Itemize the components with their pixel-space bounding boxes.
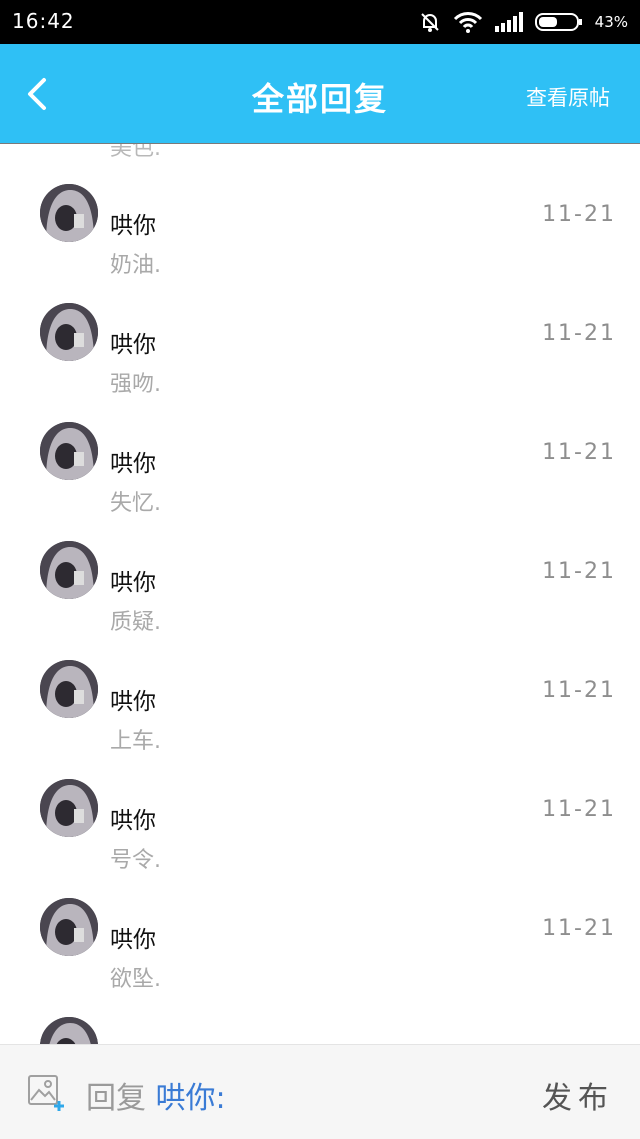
- avatar[interactable]: [40, 303, 98, 361]
- reply-date: 11-21: [542, 678, 616, 703]
- add-image-button[interactable]: [26, 1073, 66, 1113]
- reply-target: 哄你:: [155, 1081, 226, 1116]
- reply-date: 11-21: [542, 202, 616, 227]
- battery-icon: [534, 12, 583, 32]
- reply-date: 11-21: [542, 559, 616, 584]
- silent-bell-icon: [419, 11, 441, 33]
- reply-input[interactable]: 回复 哄你:: [86, 1073, 226, 1117]
- reply-item[interactable]: 哄你 欲坠. 11-21: [0, 858, 640, 992]
- reply-author[interactable]: 哄你: [110, 206, 156, 240]
- reply-author[interactable]: 哄你: [110, 444, 156, 478]
- reply-author[interactable]: 哄你: [110, 563, 156, 597]
- reply-composer: 回复 哄你: 发布: [0, 1044, 640, 1139]
- reply-author[interactable]: 哄你: [110, 801, 156, 835]
- avatar[interactable]: [40, 541, 98, 599]
- reply-item-partial[interactable]: [0, 977, 640, 1044]
- reply-date: 11-21: [542, 321, 616, 346]
- nav-bar: 全部回复 查看原帖: [0, 44, 640, 143]
- reply-prefix: 回复: [86, 1081, 146, 1116]
- add-image-icon: [28, 1075, 64, 1111]
- reply-author[interactable]: 哄你: [110, 920, 156, 954]
- wifi-icon: [453, 11, 483, 33]
- reply-list[interactable]: 美色. 哄你 奶油. 11-21 哄你 强吻. 11-21 哄你 失忆. 11-…: [0, 144, 640, 1044]
- avatar[interactable]: [40, 184, 98, 242]
- status-bar: 16:42 43%: [0, 0, 640, 44]
- view-original-post-button[interactable]: 查看原帖: [526, 82, 610, 112]
- signal-icon: [494, 12, 523, 32]
- status-icons: 43%: [419, 8, 628, 36]
- reply-item[interactable]: 哄你 奶油. 11-21: [0, 144, 640, 278]
- publish-button[interactable]: 发布: [542, 1073, 614, 1117]
- reply-author[interactable]: 哄你: [110, 682, 156, 716]
- avatar[interactable]: [40, 1017, 98, 1044]
- avatar[interactable]: [40, 779, 98, 837]
- battery-percent: 43%: [594, 13, 628, 31]
- avatar[interactable]: [40, 898, 98, 956]
- reply-item[interactable]: 哄你 上车. 11-21: [0, 620, 640, 754]
- avatar[interactable]: [40, 660, 98, 718]
- status-time: 16:42: [12, 9, 75, 33]
- reply-item[interactable]: 哄你 质疑. 11-21: [0, 501, 640, 635]
- reply-author[interactable]: 哄你: [110, 325, 156, 359]
- reply-date: 11-21: [542, 797, 616, 822]
- reply-item[interactable]: 哄你 失忆. 11-21: [0, 382, 640, 516]
- avatar[interactable]: [40, 422, 98, 480]
- reply-item[interactable]: 哄你 强吻. 11-21: [0, 263, 640, 397]
- reply-item[interactable]: 哄你 号令. 11-21: [0, 739, 640, 873]
- reply-date: 11-21: [542, 440, 616, 465]
- reply-date: 11-21: [542, 916, 616, 941]
